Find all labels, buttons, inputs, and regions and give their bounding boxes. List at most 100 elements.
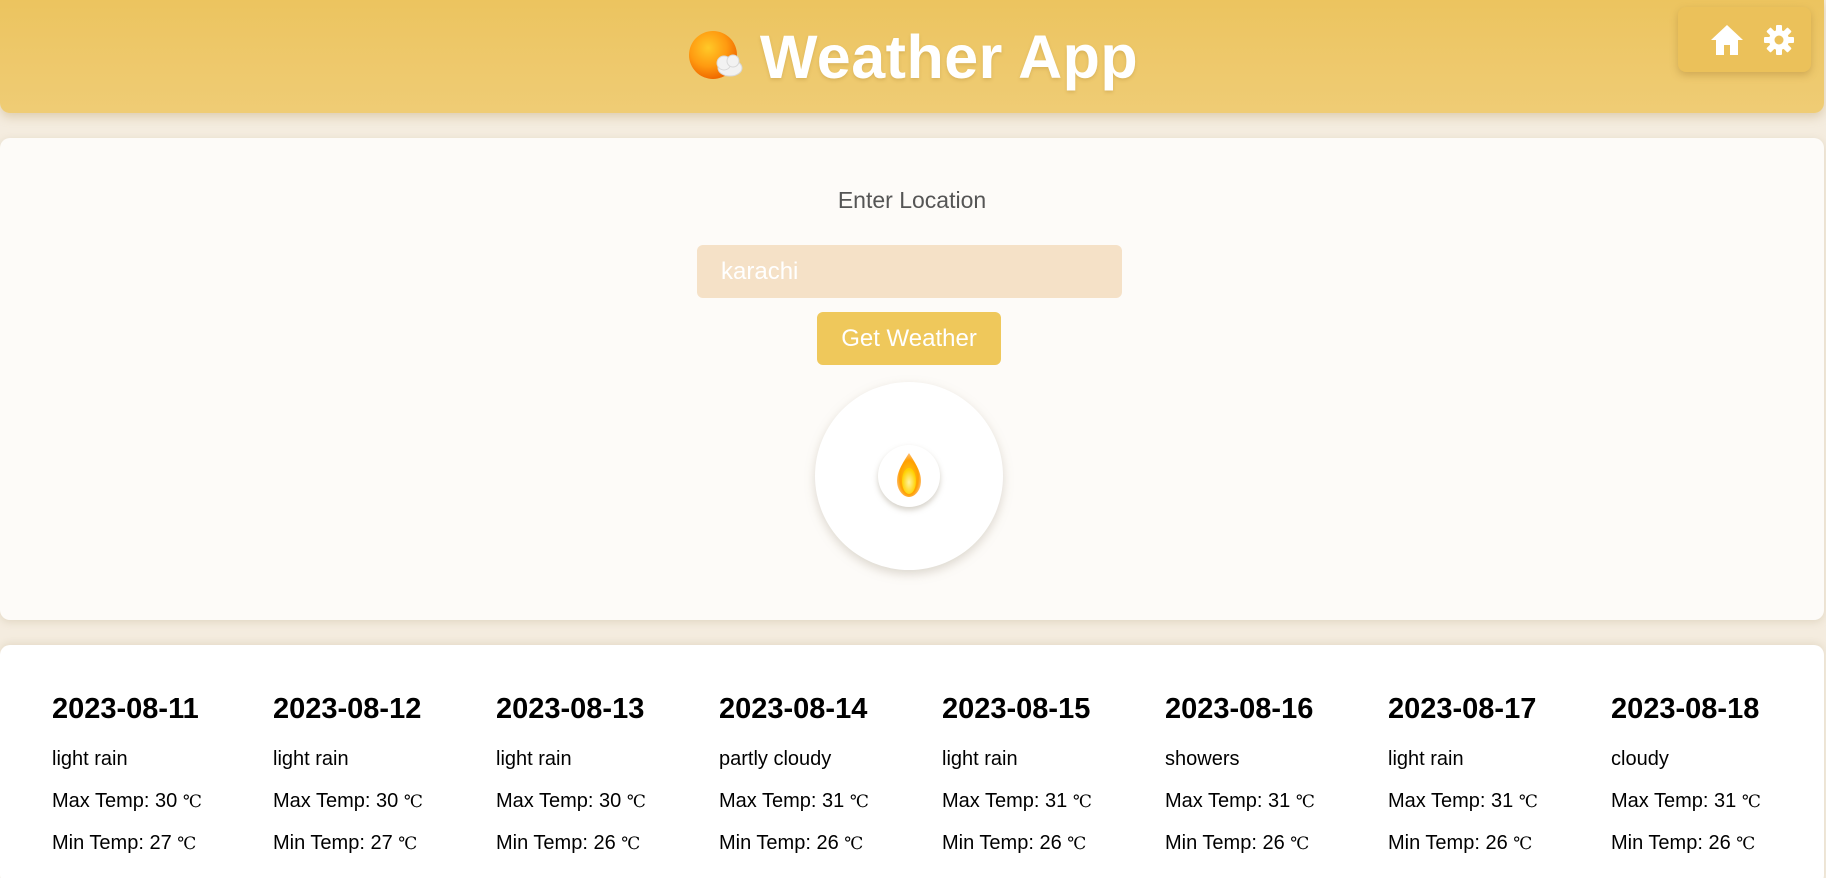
max-temp-label: Max Temp: [942, 790, 1045, 812]
weather-icon-holder [878, 445, 940, 507]
min-temp-value: 27 [149, 832, 172, 854]
temp-unit: ℃ [1513, 834, 1533, 854]
forecast-min-temp: Min Temp: 26 ℃ [1388, 832, 1588, 856]
forecast-date: 2023-08-14 [719, 693, 868, 725]
min-temp-value: 26 [1485, 832, 1508, 854]
sun-behind-cloud-icon [686, 27, 746, 87]
forecast-day-card: 2023-08-15 light rain Max Temp: 31 ℃ Min Te… [942, 693, 1142, 856]
forecast-min-temp: Min Temp: 27 ℃ [52, 832, 252, 856]
temp-unit: ℃ [1295, 792, 1315, 812]
min-temp-value: 26 [1708, 832, 1731, 854]
min-temp-label: Min Temp: [719, 832, 817, 854]
forecast-max-temp: Max Temp: 30 ℃ [52, 790, 252, 814]
forecast-condition: light rain [52, 748, 128, 770]
min-temp-label: Min Temp: [496, 832, 594, 854]
forecast-date: 2023-08-15 [942, 693, 1091, 725]
min-temp-value: 26 [593, 832, 616, 854]
temp-unit: ℃ [626, 792, 646, 812]
max-temp-label: Max Temp: [1611, 790, 1714, 812]
gear-icon[interactable] [1761, 22, 1797, 58]
forecast-date: 2023-08-17 [1388, 693, 1537, 725]
forecast-date: 2023-08-11 [52, 693, 199, 725]
forecast-min-temp: Min Temp: 27 ℃ [273, 832, 473, 856]
forecast-date: 2023-08-18 [1611, 693, 1760, 725]
min-temp-value: 26 [1262, 832, 1285, 854]
max-temp-value: 31 [1268, 790, 1291, 812]
max-temp-label: Max Temp: [52, 790, 155, 812]
forecast-min-temp: Min Temp: 26 ℃ [1611, 832, 1811, 856]
forecast-condition: light rain [496, 748, 572, 770]
forecast-max-temp: Max Temp: 30 ℃ [496, 790, 696, 814]
max-temp-label: Max Temp: [273, 790, 376, 812]
forecast-max-temp: Max Temp: 31 ℃ [942, 790, 1142, 814]
forecast-max-temp: Max Temp: 30 ℃ [273, 790, 473, 814]
min-temp-value: 26 [1039, 832, 1062, 854]
max-temp-value: 31 [1714, 790, 1737, 812]
temp-unit: ℃ [621, 834, 641, 854]
forecast-day-card: 2023-08-11 light rain Max Temp: 30 ℃ Min Te… [52, 693, 252, 856]
forecast-condition: light rain [942, 748, 1018, 770]
forecast-day-card: 2023-08-12 light rain Max Temp: 30 ℃ Min Te… [273, 693, 473, 856]
temp-unit: ℃ [1072, 792, 1092, 812]
min-temp-label: Min Temp: [273, 832, 371, 854]
page-title: Weather App [759, 22, 1139, 91]
current-weather-card [815, 382, 1003, 570]
forecast-date: 2023-08-13 [496, 693, 645, 725]
min-temp-label: Min Temp: [942, 832, 1040, 854]
forecast-condition: light rain [1388, 748, 1464, 770]
forecast-panel: 2023-08-11 light rain Max Temp: 30 ℃ Min Te… [0, 645, 1824, 878]
forecast-max-temp: Max Temp: 31 ℃ [719, 790, 919, 814]
forecast-max-temp: Max Temp: 31 ℃ [1165, 790, 1365, 814]
max-temp-label: Max Temp: [496, 790, 599, 812]
temp-unit: ℃ [1067, 834, 1087, 854]
forecast-condition: light rain [273, 748, 349, 770]
forecast-day-card: 2023-08-13 light rain Max Temp: 30 ℃ Min Te… [496, 693, 696, 856]
min-temp-label: Min Temp: [1388, 832, 1486, 854]
temp-unit: ℃ [1290, 834, 1310, 854]
temp-unit: ℃ [182, 792, 202, 812]
forecast-day-card: 2023-08-16 showers Max Temp: 31 ℃ Min Temp:… [1165, 693, 1365, 856]
temp-unit: ℃ [1518, 792, 1538, 812]
forecast-min-temp: Min Temp: 26 ℃ [496, 832, 696, 856]
forecast-day-card: 2023-08-14 partly cloudy Max Temp: 31 ℃ Min… [719, 693, 919, 856]
max-temp-label: Max Temp: [1165, 790, 1268, 812]
get-weather-button[interactable]: Get Weather [817, 312, 1001, 365]
temp-unit: ℃ [398, 834, 418, 854]
max-temp-value: 30 [599, 790, 622, 812]
temp-unit: ℃ [849, 792, 869, 812]
forecast-condition: partly cloudy [719, 748, 832, 770]
location-input[interactable] [697, 245, 1122, 298]
min-temp-value: 27 [370, 832, 393, 854]
location-label: Enter Location [837, 187, 987, 213]
min-temp-value: 26 [816, 832, 839, 854]
header-controls [1678, 7, 1811, 72]
min-temp-label: Min Temp: [1611, 832, 1709, 854]
forecast-min-temp: Min Temp: 26 ℃ [1165, 832, 1365, 856]
forecast-max-temp: Max Temp: 31 ℃ [1611, 790, 1811, 814]
flame-icon [893, 450, 925, 500]
max-temp-value: 31 [1045, 790, 1068, 812]
forecast-day-card: 2023-08-18 cloudy Max Temp: 31 ℃ Min Temp: … [1611, 693, 1811, 856]
max-temp-value: 30 [376, 790, 399, 812]
title-group: Weather App [0, 0, 1824, 113]
forecast-condition: cloudy [1611, 748, 1669, 770]
max-temp-label: Max Temp: [719, 790, 822, 812]
forecast-date: 2023-08-12 [273, 693, 422, 725]
forecast-min-temp: Min Temp: 26 ℃ [719, 832, 919, 856]
temp-unit: ℃ [403, 792, 423, 812]
max-temp-value: 30 [155, 790, 178, 812]
forecast-day-card: 2023-08-17 light rain Max Temp: 31 ℃ Min Te… [1388, 693, 1588, 856]
temp-unit: ℃ [844, 834, 864, 854]
temp-unit: ℃ [1741, 792, 1761, 812]
home-icon[interactable] [1709, 22, 1745, 58]
forecast-condition: showers [1165, 748, 1240, 770]
temp-unit: ℃ [1736, 834, 1756, 854]
max-temp-value: 31 [1491, 790, 1514, 812]
forecast-max-temp: Max Temp: 31 ℃ [1388, 790, 1588, 814]
max-temp-label: Max Temp: [1388, 790, 1491, 812]
search-panel: Enter Location Get Weather [0, 138, 1824, 620]
app-header: Weather App [0, 0, 1824, 113]
max-temp-value: 31 [822, 790, 845, 812]
forecast-date: 2023-08-16 [1165, 693, 1314, 725]
min-temp-label: Min Temp: [52, 832, 150, 854]
